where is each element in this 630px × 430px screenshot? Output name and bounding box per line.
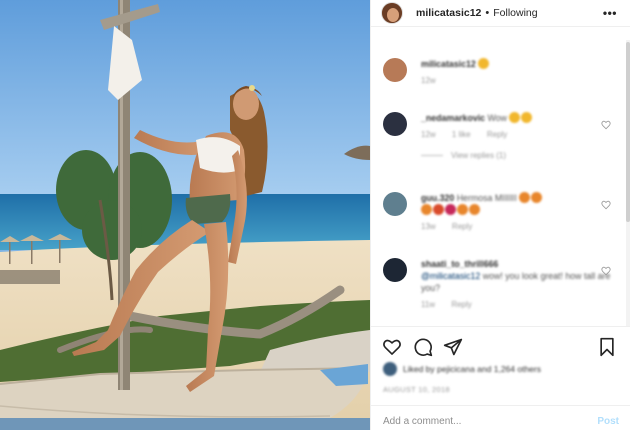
post-button[interactable]: Post — [597, 410, 619, 427]
comment-mention[interactable]: @milicatasic12 — [421, 271, 480, 281]
post-date: AUGUST 10, 2018 — [383, 385, 450, 394]
beach-photo-image — [0, 0, 370, 430]
comment-likes[interactable]: 1 like — [452, 130, 471, 139]
list-item: guu.320 Hermosa MIIIIII 13w Reply — [383, 192, 613, 231]
emoji-icon — [457, 204, 468, 215]
emoji-icon — [433, 204, 444, 215]
avatar — [383, 362, 397, 376]
heart-icon[interactable] — [382, 337, 402, 357]
emoji-icon — [478, 58, 490, 69]
more-options-icon[interactable]: ••• — [603, 6, 617, 20]
avatar[interactable] — [383, 258, 407, 282]
avatar[interactable] — [383, 112, 407, 136]
avatar[interactable] — [383, 58, 407, 82]
heart-icon[interactable] — [601, 200, 611, 210]
comment-text: Wow — [487, 113, 507, 123]
avatar[interactable] — [383, 192, 407, 216]
share-icon[interactable] — [443, 337, 463, 357]
separator-dot: • — [485, 7, 490, 19]
reply-button[interactable]: Reply — [451, 300, 471, 309]
comment-icon[interactable] — [413, 337, 433, 357]
comment-username[interactable]: _nedamarkovic — [421, 113, 485, 123]
reply-button[interactable]: Reply — [487, 130, 507, 139]
likes-count[interactable]: Liked by pejicicana and 1,264 others — [403, 364, 541, 374]
view-replies-button[interactable]: View replies (1) — [421, 151, 613, 160]
add-comment-bar: Post — [371, 405, 630, 430]
list-item: milicatasic12 12w — [383, 58, 613, 85]
post-header: milicatasic12 • Following ••• — [371, 0, 630, 27]
post-actions — [371, 326, 630, 366]
comment-age: 12w — [421, 76, 436, 85]
emoji-icon — [519, 192, 531, 203]
emoji-icon — [531, 192, 543, 203]
comment-age: 11w — [421, 300, 436, 309]
emoji-icon — [509, 112, 521, 123]
comment-username[interactable]: milicatasic12 — [421, 59, 476, 69]
heart-icon[interactable] — [601, 266, 611, 276]
scrollbar-thumb[interactable] — [626, 42, 630, 222]
reply-button[interactable]: Reply — [452, 222, 472, 231]
comment-username[interactable]: guu.320 — [421, 193, 454, 203]
emoji-icon — [421, 204, 432, 215]
emoji-icon — [469, 204, 480, 215]
comment-username[interactable]: shaati_to_thrill666 — [421, 259, 498, 269]
comment-text: Hermosa MIIIIII — [456, 193, 517, 203]
liked-by[interactable]: Liked by pejicicana and 1,264 others — [383, 362, 541, 376]
bookmark-icon[interactable] — [597, 337, 617, 357]
list-item: _nedamarkovic Wow 12w 1 like Reply View … — [383, 112, 613, 160]
comment-age: 12w — [421, 130, 436, 139]
comments-list[interactable]: milicatasic12 12w _nedamarkovic Wow 12w … — [371, 40, 630, 326]
username-link[interactable]: milicatasic12 — [416, 7, 481, 19]
emoji-icon — [445, 204, 456, 215]
comment-age: 13w — [421, 222, 436, 231]
post-photo[interactable] — [0, 0, 370, 430]
following-button[interactable]: Following — [493, 7, 537, 19]
emoji-icon — [521, 112, 533, 123]
list-item: shaati_to_thrill666 @milicatasic12 wow! … — [383, 258, 613, 309]
avatar[interactable] — [381, 2, 403, 24]
comment-input[interactable] — [383, 409, 598, 427]
post-sidebar: milicatasic12 • Following ••• milicatasi… — [370, 0, 630, 430]
heart-icon[interactable] — [601, 120, 611, 130]
